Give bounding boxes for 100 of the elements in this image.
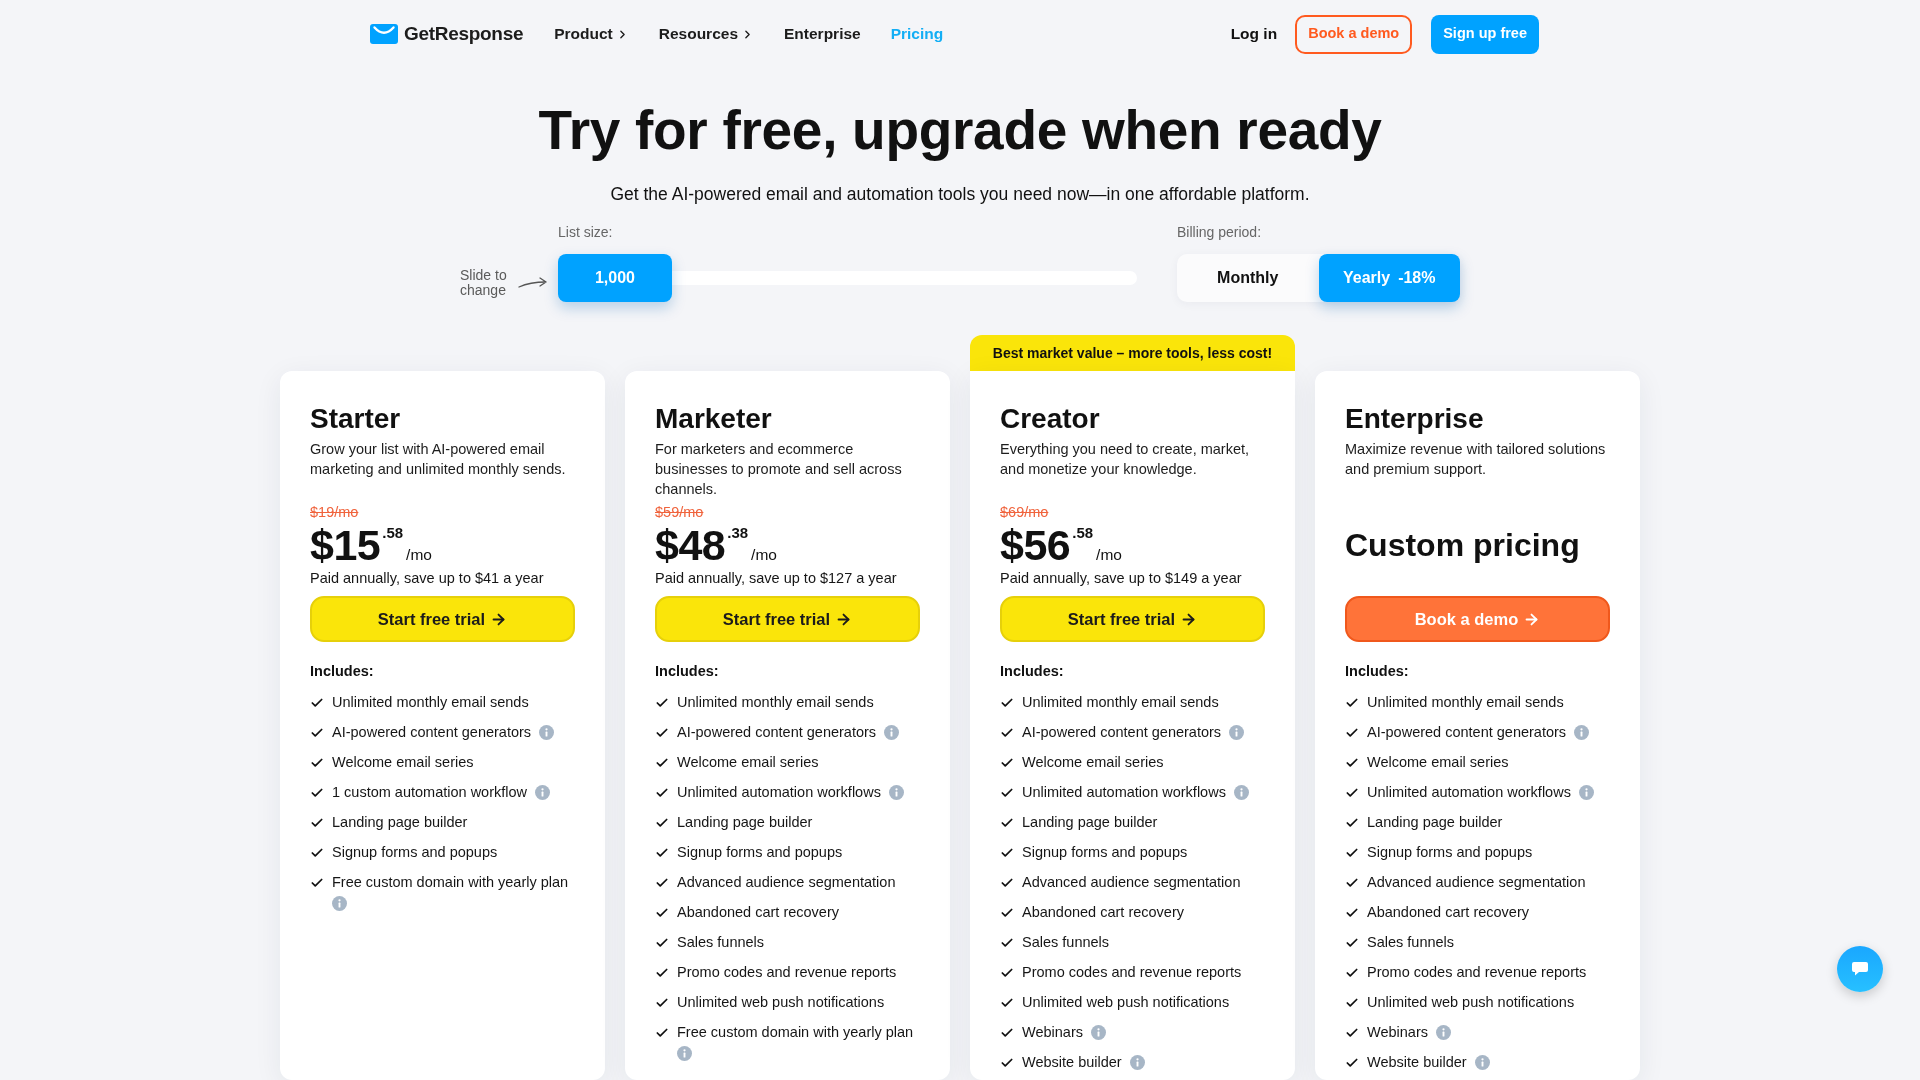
feature-text: Landing page builder <box>332 813 468 832</box>
check-icon <box>1000 906 1014 920</box>
check-icon <box>655 726 669 740</box>
check-icon <box>1345 966 1359 980</box>
check-icon <box>655 876 669 890</box>
check-icon <box>655 696 669 710</box>
info-icon[interactable] <box>535 784 551 800</box>
check-icon <box>1345 816 1359 830</box>
check-icon <box>1345 1026 1359 1040</box>
check-icon <box>1345 696 1359 710</box>
plan-name: Creator <box>1000 403 1100 435</box>
feature-text: Signup forms and popups <box>332 843 498 862</box>
price-period: /mo <box>406 546 432 564</box>
feature-text: Unlimited automation workflows <box>1367 783 1571 802</box>
check-icon <box>1000 846 1014 860</box>
feature-text: Free custom domain with yearly plan <box>332 873 569 892</box>
info-icon[interactable] <box>1474 1054 1490 1070</box>
check-icon <box>1345 996 1359 1010</box>
info-icon[interactable] <box>1233 784 1249 800</box>
feature-text: Promo codes and revenue reports <box>1022 963 1242 982</box>
check-icon <box>655 816 669 830</box>
check-icon <box>1000 786 1014 800</box>
plan-name: Enterprise <box>1345 403 1484 435</box>
check-icon <box>310 756 324 770</box>
feature-text: Website builder <box>1022 1053 1122 1072</box>
billing-note: Paid annually, save up to $41 a year <box>310 569 544 588</box>
feature-text: Welcome email series <box>1022 753 1164 772</box>
info-icon[interactable] <box>1436 1024 1451 1040</box>
check-icon <box>310 876 324 890</box>
check-icon <box>655 756 669 770</box>
info-icon[interactable] <box>1129 1054 1145 1070</box>
info-icon[interactable] <box>1091 1024 1106 1040</box>
nav-link[interactable]: Resources <box>658 22 754 46</box>
best-value-banner: Best market value – more tools, less cost! <box>970 335 1295 371</box>
chat-button[interactable] <box>1837 946 1883 992</box>
feature-text: AI-powered content generators <box>677 723 877 742</box>
cta-button[interactable]: Start free trial <box>655 596 920 642</box>
feature-text: Welcome email series <box>677 753 819 772</box>
feature-text: Advanced audience segmentation <box>677 873 896 892</box>
check-icon <box>1000 696 1014 710</box>
cta-button[interactable]: Start free trial <box>310 596 575 642</box>
cta-button[interactable]: Start free trial <box>1000 596 1265 642</box>
check-icon <box>310 846 324 860</box>
info-icon[interactable] <box>888 784 904 800</box>
price-period: /mo <box>751 546 777 564</box>
speech-bubble-icon <box>1852 962 1868 976</box>
custom-price: Custom pricing <box>1345 526 1580 564</box>
login-link[interactable]: Log in <box>1230 22 1278 46</box>
plan-name: Starter <box>310 403 401 435</box>
feature-text: Unlimited monthly email sends <box>677 693 874 712</box>
check-icon <box>1345 756 1359 770</box>
check-icon <box>655 1026 669 1040</box>
check-icon <box>1345 936 1359 950</box>
billing-note: Paid annually, save up to $149 a year <box>1000 569 1242 588</box>
price-amount: $48 <box>655 522 726 568</box>
check-icon <box>1000 726 1014 740</box>
old-price: $69/mo <box>1000 503 1049 522</box>
check-icon <box>1000 876 1014 890</box>
includes-heading: Includes: <box>1345 662 1409 681</box>
check-icon <box>1345 1056 1359 1070</box>
plan-description: Everything you need to create, market, and monetize your knowledge. <box>1000 440 1251 479</box>
billing-period-label: Billing period: <box>1177 224 1262 240</box>
nav-link[interactable]: Enterprise <box>784 22 861 46</box>
plan-name: Marketer <box>655 403 772 435</box>
includes-heading: Includes: <box>655 662 719 681</box>
feature-text: Unlimited monthly email sends <box>1022 693 1219 712</box>
info-icon[interactable] <box>677 1046 692 1061</box>
feature-text: Unlimited automation workflows <box>677 783 881 802</box>
feature-text: Promo codes and revenue reports <box>677 963 897 982</box>
info-icon[interactable] <box>332 896 347 911</box>
check-icon <box>655 786 669 800</box>
info-icon[interactable] <box>539 724 555 740</box>
check-icon <box>310 786 324 800</box>
price-cents: .58 <box>382 525 404 541</box>
billing-note: Paid annually, save up to $127 a year <box>655 569 897 588</box>
includes-heading: Includes: <box>1000 662 1064 681</box>
check-icon <box>655 936 669 950</box>
includes-heading: Includes: <box>310 662 374 681</box>
billing-option[interactable]: Monthly <box>1177 254 1319 302</box>
check-icon <box>1345 876 1359 890</box>
old-price: $59/mo <box>655 503 704 522</box>
check-icon <box>310 816 324 830</box>
info-icon[interactable] <box>1229 724 1245 740</box>
check-icon <box>655 966 669 980</box>
check-icon <box>1000 756 1014 770</box>
price-cents: .58 <box>1072 525 1094 541</box>
feature-text: AI-powered content generators <box>332 723 532 742</box>
feature-text: 1 custom automation workflow <box>332 783 528 802</box>
envelope-smile-icon <box>370 24 398 44</box>
feature-text: Sales funnels <box>1022 933 1110 952</box>
brand-name[interactable]: GetResponse <box>404 19 524 49</box>
feature-text: Abandoned cart recovery <box>1022 903 1184 922</box>
nav-link[interactable]: Product <box>554 22 629 46</box>
feature-text: Abandoned cart recovery <box>1367 903 1529 922</box>
feature-text: AI-powered content generators <box>1367 723 1567 742</box>
feature-text: Landing page builder <box>1367 813 1503 832</box>
feature-text: Unlimited monthly email sends <box>1367 693 1564 712</box>
info-icon[interactable] <box>1574 724 1590 740</box>
info-icon[interactable] <box>884 724 900 740</box>
info-icon[interactable] <box>1578 784 1594 800</box>
